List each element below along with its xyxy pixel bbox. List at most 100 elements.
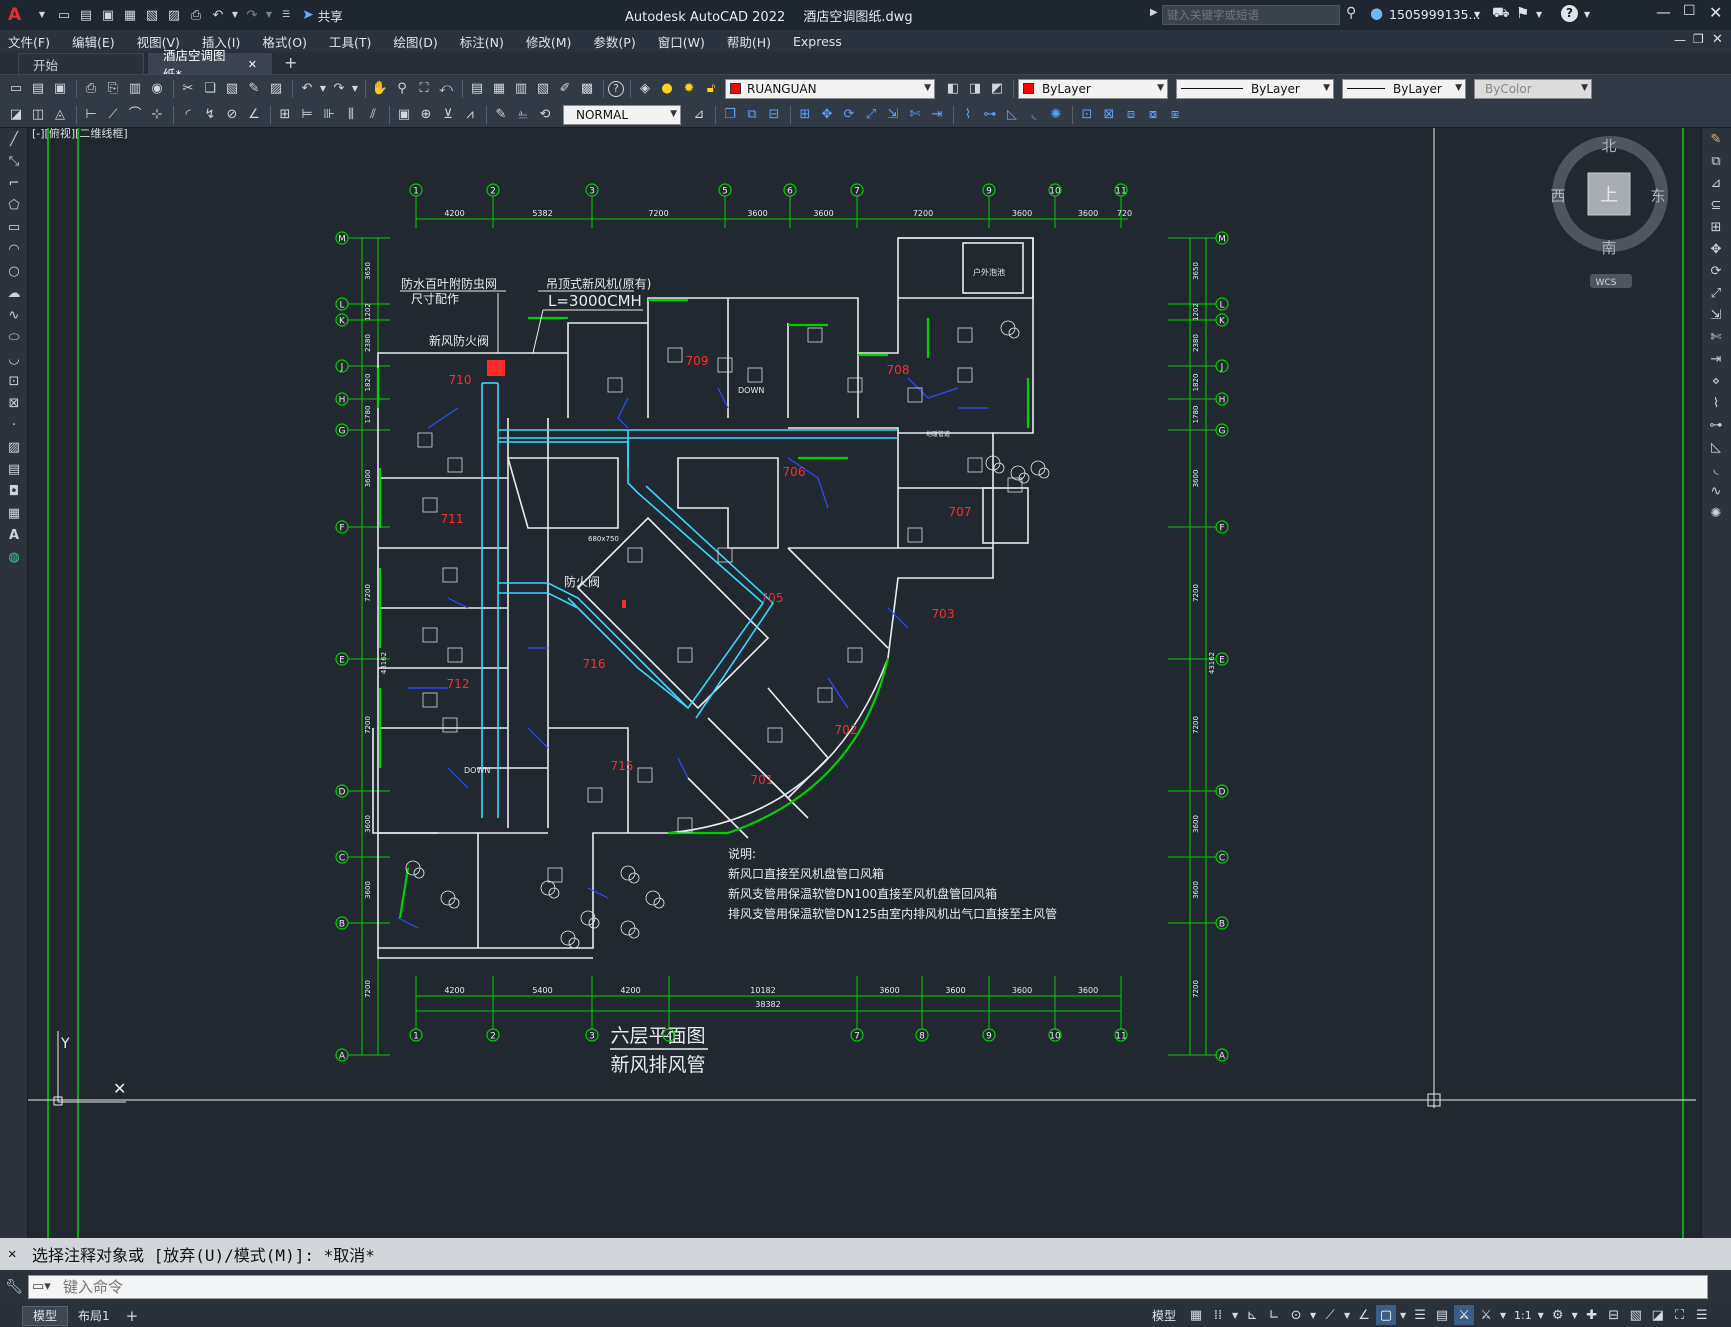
polyline-icon[interactable]: ⌐ — [4, 174, 24, 194]
units-icon[interactable]: ⊟ — [1604, 1305, 1624, 1325]
menu-window[interactable]: 窗口(W) — [658, 32, 705, 51]
table-icon[interactable]: ▦ — [4, 504, 24, 524]
tab-layout1[interactable]: 布局1 — [68, 1306, 120, 1326]
sheet-set-icon[interactable]: ▧ — [533, 79, 553, 99]
menu-draw[interactable]: 绘图(D) — [393, 32, 437, 51]
center-mark-icon[interactable]: ⊕ — [416, 105, 436, 125]
linetype-combo[interactable]: ByLayer ▼ — [1176, 78, 1334, 99]
menu-modify[interactable]: 修改(M) — [526, 32, 572, 51]
array-icon[interactable]: ⊞ — [795, 105, 815, 125]
layer-unlock-icon[interactable]: 🔓︎ — [701, 79, 721, 99]
app-menu-dropdown-icon[interactable]: ▼ — [32, 5, 52, 25]
undo-icon[interactable]: ↶ — [208, 5, 228, 25]
move-right-icon[interactable]: ✥ — [1706, 240, 1726, 260]
array-right-icon[interactable]: ⊞ — [1706, 218, 1726, 238]
3d-dwf-icon[interactable]: ◉ — [147, 79, 167, 99]
menu-file[interactable]: 文件(F) — [8, 32, 50, 51]
stretch-icon[interactable]: ⇲ — [883, 105, 903, 125]
design-center-icon[interactable]: ▦ — [489, 79, 509, 99]
attach-image-icon[interactable]: ⧆ — [1165, 105, 1185, 125]
open-web-icon[interactable]: ▧ — [142, 5, 162, 25]
quick-dim-icon[interactable]: ⊞ — [275, 105, 295, 125]
zoom-previous-icon[interactable]: ⤺ — [436, 79, 456, 99]
fillet-right-icon[interactable]: ◟ — [1706, 460, 1726, 480]
viewport-label[interactable]: [-][俯视][二维线框] — [32, 128, 128, 140]
command-close-icon[interactable]: ✕ — [8, 1246, 16, 1262]
make-block-icon[interactable]: ⊠ — [1099, 105, 1119, 125]
model-space-button[interactable]: 模型 — [1152, 1307, 1176, 1324]
ortho-icon[interactable]: ∟ — [1264, 1305, 1284, 1325]
layer-iso-icon[interactable]: ◬ — [50, 105, 70, 125]
break-at-point-icon[interactable]: ⋄ — [1706, 372, 1726, 392]
new-file-icon[interactable]: ▭ — [54, 5, 74, 25]
undo-tb-dropdown-icon[interactable]: ▼ — [319, 79, 327, 99]
user-dropdown-icon[interactable]: ▼ — [1474, 10, 1480, 19]
save-as-icon[interactable]: ▦ — [120, 5, 140, 25]
paste-icon[interactable]: ▧ — [222, 79, 242, 99]
layer-previous-icon[interactable]: ◨ — [965, 79, 985, 99]
doc-close-button[interactable]: ✕ — [1712, 32, 1723, 47]
isodraft-icon[interactable]: ⟋ — [1320, 1305, 1340, 1325]
menu-dimension[interactable]: 标注(N) — [460, 32, 504, 51]
user-name[interactable]: 1505999135... — [1389, 7, 1480, 22]
open-folder-icon[interactable]: ▤ — [76, 5, 96, 25]
view-cube[interactable]: 上 北 南 东 西 WCS — [1550, 136, 1668, 288]
blend-icon[interactable]: ∿ — [1706, 482, 1726, 502]
tab-hotel-drawing[interactable]: 酒店空调图纸* ✕ — [148, 48, 272, 82]
arc-length-icon[interactable]: ⌒ — [125, 105, 145, 125]
tool-palettes-icon[interactable]: ▥ — [511, 79, 531, 99]
trim-right-icon[interactable]: ✄ — [1706, 328, 1726, 348]
region-icon[interactable]: ◘ — [4, 482, 24, 502]
polygon-icon[interactable]: ⬠ — [4, 196, 24, 216]
join-icon[interactable]: ⊶ — [980, 105, 1000, 125]
menu-tools[interactable]: 工具(T) — [329, 32, 371, 51]
isolate-objects-icon[interactable]: ◪ — [1648, 1305, 1668, 1325]
redo-tb-dropdown-icon[interactable]: ▼ — [351, 79, 359, 99]
lineweight-icon[interactable]: ☰ — [1410, 1305, 1430, 1325]
block-editor-icon[interactable]: ▨ — [266, 79, 286, 99]
angular-icon[interactable]: ∠ — [244, 105, 264, 125]
properties-icon[interactable]: ▤ — [467, 79, 487, 99]
grid-icon[interactable]: ▦ — [1186, 1305, 1206, 1325]
maximize-button[interactable]: ☐ — [1683, 3, 1696, 19]
arc-icon[interactable]: ◠ — [4, 240, 24, 260]
layer-on-bulb-icon[interactable]: ● — [657, 79, 677, 99]
polar-icon[interactable]: ⊙ — [1286, 1305, 1306, 1325]
insert-block-icon[interactable]: ⊡ — [1077, 105, 1097, 125]
autodesk-app-icon[interactable]: ⚑ — [1516, 4, 1529, 22]
share-button[interactable]: ➤ 共享 — [302, 6, 343, 25]
dimstyle-manager-icon[interactable]: ⊿ — [689, 105, 709, 125]
offset-right-icon[interactable]: ⊆ — [1706, 196, 1726, 216]
save-tb-icon[interactable]: ▣ — [50, 79, 70, 99]
menu-help[interactable]: 帮助(H) — [727, 32, 771, 51]
add-layout-button[interactable]: + — [126, 1307, 139, 1325]
object-snap-icon[interactable]: ▢ — [1376, 1305, 1397, 1325]
annotation-monitor-icon[interactable]: ✚ — [1582, 1305, 1602, 1325]
plot-icon[interactable]: ⎙ — [186, 5, 206, 25]
clip-icon[interactable]: ⧇ — [1143, 105, 1163, 125]
autocad-logo[interactable]: A — [8, 5, 32, 25]
tab-start[interactable]: 开始 — [18, 53, 144, 74]
annotation-visibility-icon[interactable]: ⚔ — [1454, 1305, 1475, 1325]
radius-icon[interactable]: ◜ — [178, 105, 198, 125]
ellipse-icon[interactable]: ⬭ — [4, 328, 24, 348]
ellipse-arc-icon[interactable]: ◡ — [4, 350, 24, 370]
circle-icon[interactable]: ○ — [4, 262, 24, 282]
minimize-button[interactable]: — — [1656, 3, 1671, 21]
menu-format[interactable]: 格式(O) — [262, 32, 307, 51]
baseline-icon[interactable]: ⊨ — [297, 105, 317, 125]
user-icon[interactable]: ● — [1370, 4, 1383, 22]
annotation-scale[interactable]: 1:1 — [1514, 1309, 1532, 1322]
add-selected-icon[interactable]: ◍ — [4, 548, 24, 568]
dim-text-edit-icon[interactable]: ⎁ — [513, 105, 533, 125]
extend-right-icon[interactable]: ⇥ — [1706, 350, 1726, 370]
redo-tb-icon[interactable]: ↷ — [329, 79, 349, 99]
publish-icon[interactable]: ▥ — [125, 79, 145, 99]
redo-dropdown-icon[interactable]: ▼ — [264, 5, 274, 25]
line-icon[interactable]: ╱ — [4, 130, 24, 150]
snap-icon[interactable]: ⁞⁞ — [1208, 1305, 1228, 1325]
qnew-icon[interactable]: ▭ — [6, 79, 26, 99]
quick-properties-icon[interactable]: ▧ — [1626, 1305, 1646, 1325]
annotation-scale-dropdown-icon[interactable]: ▼ — [1498, 1305, 1508, 1325]
jogged-icon[interactable]: ↯ — [200, 105, 220, 125]
